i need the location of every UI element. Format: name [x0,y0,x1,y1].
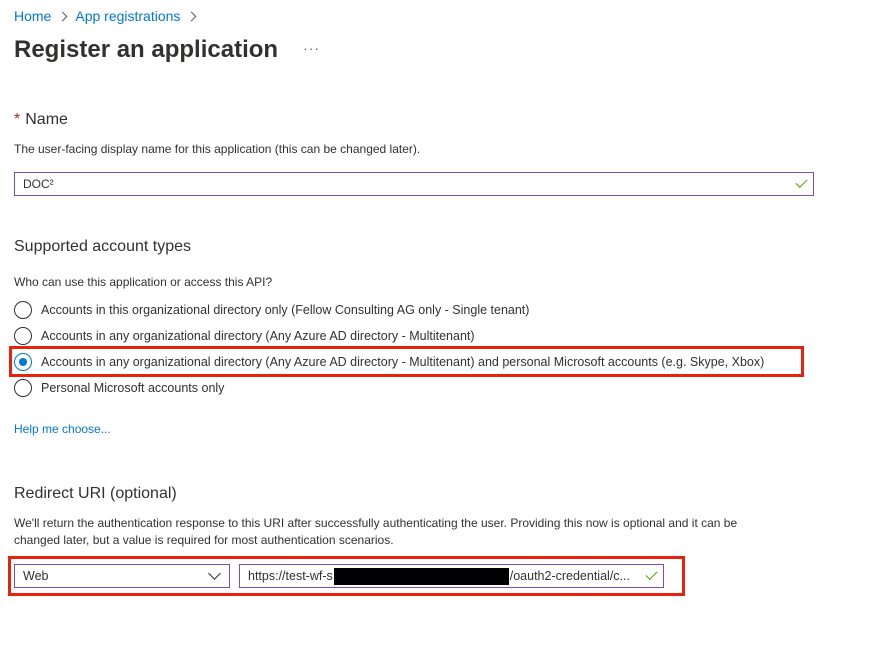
name-heading-label: Name [25,111,68,128]
breadcrumb-app-registrations-link[interactable]: App registrations [75,8,180,24]
required-marker: * [14,111,21,128]
page-title: Register an application [14,36,279,63]
help-me-choose-link[interactable]: Help me choose... [14,422,111,436]
radio-icon[interactable] [14,327,32,345]
redirect-uri-heading: Redirect URI (optional) [14,485,177,502]
redirect-uri-highlight [8,556,685,596]
redirect-uri-description-line1: We'll return the authentication response… [14,516,738,530]
chevron-right-icon [186,11,197,21]
name-description: The user-facing display name for this ap… [14,142,421,156]
name-heading: * Name [14,111,68,129]
account-option-multitenant[interactable]: Accounts in any organizational directory… [14,327,475,345]
account-option-label: Accounts in any organizational directory… [41,329,475,343]
account-types-heading: Supported account types [14,238,192,255]
check-icon [795,175,808,189]
breadcrumb: Home App registrations [14,7,204,25]
account-option-label: Accounts in this organizational director… [41,303,530,317]
chevron-right-icon [57,11,68,21]
register-application-page: Home App registrations Register an appli… [0,0,890,657]
name-field[interactable] [14,172,814,196]
name-input[interactable] [15,177,791,191]
radio-icon[interactable] [14,379,32,397]
more-icon[interactable]: ··· [303,41,320,55]
breadcrumb-home-link[interactable]: Home [14,8,51,24]
account-option-personal-only[interactable]: Personal Microsoft accounts only [14,379,224,397]
account-option-single-tenant[interactable]: Accounts in this organizational director… [14,301,529,319]
selected-option-highlight [9,346,804,377]
account-option-label: Personal Microsoft accounts only [41,381,225,395]
title-row: Register an application ··· [14,34,320,66]
redirect-uri-description-line2: changed later, but a value is required f… [14,533,394,547]
account-types-question: Who can use this application or access t… [14,275,273,289]
radio-icon[interactable] [14,301,32,319]
